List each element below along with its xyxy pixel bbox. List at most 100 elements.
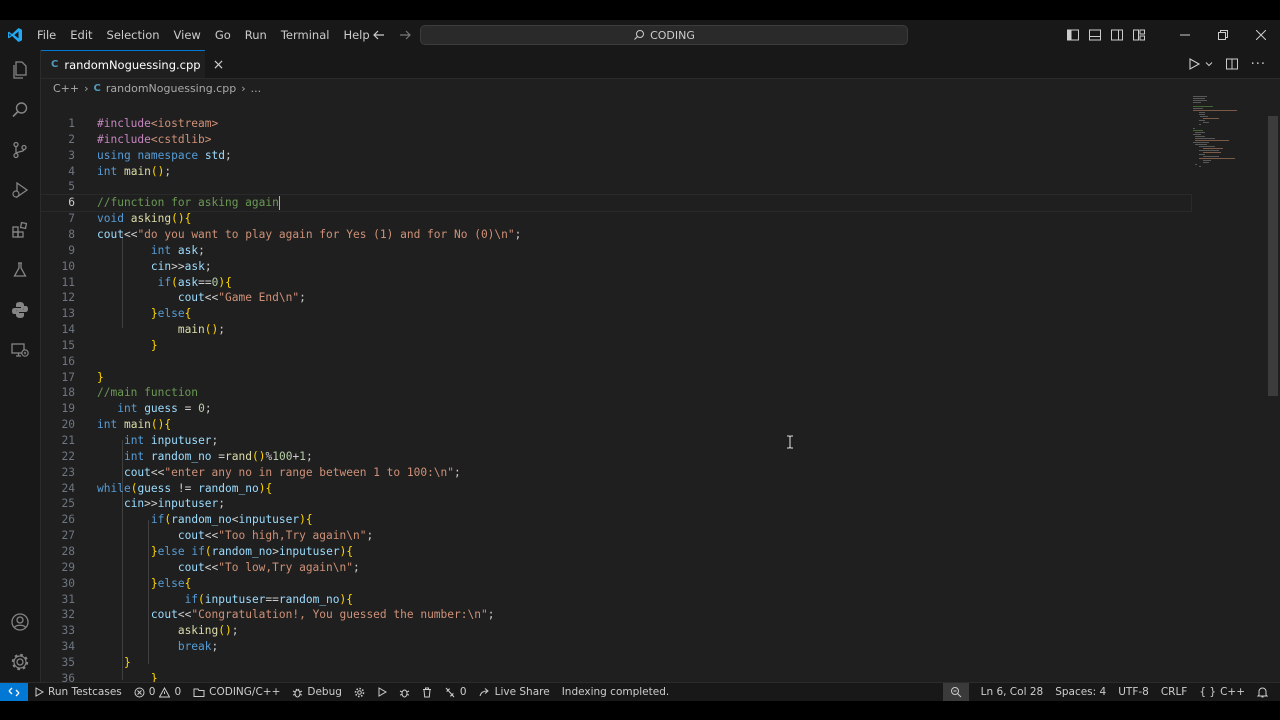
run-status-play-icon[interactable] <box>371 683 393 701</box>
code-line[interactable]: 22 int random_no =rand()%100+1; <box>41 449 1191 465</box>
code-line[interactable]: 18 //main function <box>41 385 1191 401</box>
code-line[interactable]: 12 cout<<"Game End\n"; <box>41 290 1191 306</box>
code-line[interactable]: 9 int ask; <box>41 243 1191 259</box>
explorer-icon[interactable] <box>0 50 40 90</box>
settings-gear-icon[interactable] <box>0 642 40 682</box>
testing-flask-icon[interactable] <box>0 250 40 290</box>
code-line[interactable]: 23 cout<<"enter any no in range between … <box>41 465 1191 481</box>
close-window-icon[interactable] <box>1242 20 1280 50</box>
code-line[interactable]: 19 int guess = 0; <box>41 401 1191 417</box>
code-line[interactable]: 35 } <box>41 655 1191 671</box>
menu-item-view[interactable]: View <box>167 20 208 50</box>
code-line[interactable]: 32 cout<<"Congratulation!, You guessed t… <box>41 607 1191 623</box>
encoding[interactable]: UTF-8 <box>1112 683 1155 701</box>
code-line[interactable]: 31 if(inputuser==random_no){ <box>41 592 1191 608</box>
project-folder-indicator[interactable]: CODING/C++ <box>187 683 286 701</box>
code-line[interactable]: 29 cout<<"To low,Try again\n"; <box>41 560 1191 576</box>
back-arrow-icon[interactable] <box>372 28 386 42</box>
tab-randomnoguessing-cpp[interactable]: C randomNoguessing.cpp × <box>41 50 224 78</box>
menu-item-go[interactable]: Go <box>208 20 238 50</box>
code-line[interactable]: 20 int main(){ <box>41 417 1191 433</box>
menu-item-file[interactable]: File <box>30 20 63 50</box>
problems-indicator[interactable]: 0 0 <box>128 683 187 701</box>
code-line[interactable]: 16 <box>41 354 1191 370</box>
chevron-right-icon: › <box>241 81 246 95</box>
toggle-secondary-sidebar-icon[interactable] <box>1110 28 1124 42</box>
run-dropdown-chevron-down-icon[interactable] <box>1205 60 1213 68</box>
notifications-bell-icon[interactable] <box>1251 683 1274 701</box>
customize-layout-icon[interactable] <box>1132 28 1146 42</box>
code-line[interactable]: 21 int inputuser; <box>41 433 1191 449</box>
code-line[interactable]: 14 main(); <box>41 322 1191 338</box>
code-line[interactable]: 4 int main(); <box>41 164 1191 180</box>
code-line[interactable]: 27 cout<<"Too high,Try again\n"; <box>41 528 1191 544</box>
forward-arrow-icon[interactable] <box>398 28 412 42</box>
code-line[interactable]: 3 using namespace std; <box>41 148 1191 164</box>
cursor-position[interactable]: Ln 6, Col 28 <box>975 683 1050 701</box>
menu-item-help[interactable]: Help <box>336 20 376 50</box>
code-line[interactable]: 34 break; <box>41 639 1191 655</box>
menu-item-selection[interactable]: Selection <box>100 20 167 50</box>
split-editor-icon[interactable] <box>1225 57 1239 71</box>
editor-tabs-bar: C randomNoguessing.cpp × ··· <box>41 50 1280 79</box>
code-line[interactable]: 2 #include<cstdlib> <box>41 132 1191 148</box>
menu-item-terminal[interactable]: Terminal <box>274 20 337 50</box>
toggle-primary-sidebar-icon[interactable] <box>1066 28 1080 42</box>
live-share-button[interactable]: Live Share <box>473 683 556 701</box>
live-share-label: Live Share <box>494 686 550 698</box>
code-line[interactable]: 15 } <box>41 338 1191 354</box>
close-tab-icon[interactable]: × <box>213 57 225 73</box>
run-and-debug-icon[interactable] <box>0 170 40 210</box>
code-line[interactable]: 7 void asking(){ <box>41 211 1191 227</box>
remote-explorer-icon[interactable] <box>0 330 40 370</box>
code-line[interactable]: 6 //function for asking again <box>41 194 1192 213</box>
run-testcases-button[interactable]: Run Testcases <box>28 683 128 701</box>
extensions-icon[interactable] <box>0 210 40 250</box>
code-line[interactable]: 26 if(random_no<inputuser){ <box>41 512 1191 528</box>
code-editor[interactable]: 1 #include<iostream> 2 #include<cstdlib> 3 us… <box>41 96 1280 682</box>
debug-button[interactable]: Debug <box>286 683 348 701</box>
search-view-icon[interactable] <box>0 90 40 130</box>
code-line[interactable]: 1 #include<iostream> <box>41 116 1191 132</box>
restore-icon[interactable] <box>1204 20 1242 50</box>
code-line[interactable]: 24 while(guess != random_no){ <box>41 481 1191 497</box>
code-line[interactable]: 36 } <box>41 671 1191 682</box>
end-of-line[interactable]: CRLF <box>1155 683 1194 701</box>
code-line[interactable]: 25 cin>>inputuser; <box>41 496 1191 512</box>
code-line[interactable]: 30 }else{ <box>41 576 1191 592</box>
code-line[interactable]: 10 cin>>ask; <box>41 259 1191 275</box>
breadcrumb-file[interactable]: randomNoguessing.cpp <box>106 82 236 95</box>
indentation[interactable]: Spaces: 4 <box>1049 683 1112 701</box>
code-line[interactable]: 8 cout<<"do you want to play again for Ye… <box>41 227 1191 243</box>
vertical-scrollbar[interactable] <box>1268 116 1278 396</box>
more-actions-icon[interactable]: ··· <box>1251 57 1266 72</box>
debug-status-bug-icon[interactable] <box>393 683 416 701</box>
remote-indicator-icon[interactable] <box>0 683 28 701</box>
zoom-icon[interactable] <box>942 683 969 701</box>
menu-item-run[interactable]: Run <box>238 20 274 50</box>
minimap[interactable] <box>1191 96 1271 176</box>
menu-item-edit[interactable]: Edit <box>63 20 99 50</box>
settings-status-gear-icon[interactable] <box>348 683 371 701</box>
vscode-logo-icon <box>0 20 30 50</box>
line-code: }else{ <box>150 576 192 590</box>
breadcrumb-more[interactable]: ... <box>251 82 262 95</box>
accounts-icon[interactable] <box>0 602 40 642</box>
line-code: break; <box>177 640 219 654</box>
source-control-icon[interactable] <box>0 130 40 170</box>
python-icon[interactable] <box>0 290 40 330</box>
code-line[interactable]: 28 }else if(random_no>inputuser){ <box>41 544 1191 560</box>
code-line[interactable]: 5 <box>41 179 1191 195</box>
breadcrumb-lang[interactable]: C++ <box>53 82 79 95</box>
toggle-panel-icon[interactable] <box>1088 28 1102 42</box>
minimize-icon[interactable] <box>1166 20 1204 50</box>
trash-icon[interactable] <box>416 683 438 701</box>
code-line[interactable]: 17} <box>41 370 1191 386</box>
language-mode[interactable]: { } C++ <box>1193 683 1251 701</box>
code-line[interactable]: 11 if(ask==0){ <box>41 275 1191 291</box>
ports-indicator[interactable]: 0 <box>438 683 473 701</box>
command-center-search[interactable]: CODING <box>420 25 908 45</box>
code-line[interactable]: 33 asking(); <box>41 623 1191 639</box>
code-line[interactable]: 13 }else{ <box>41 306 1191 322</box>
run-code-icon[interactable] <box>1187 57 1201 71</box>
